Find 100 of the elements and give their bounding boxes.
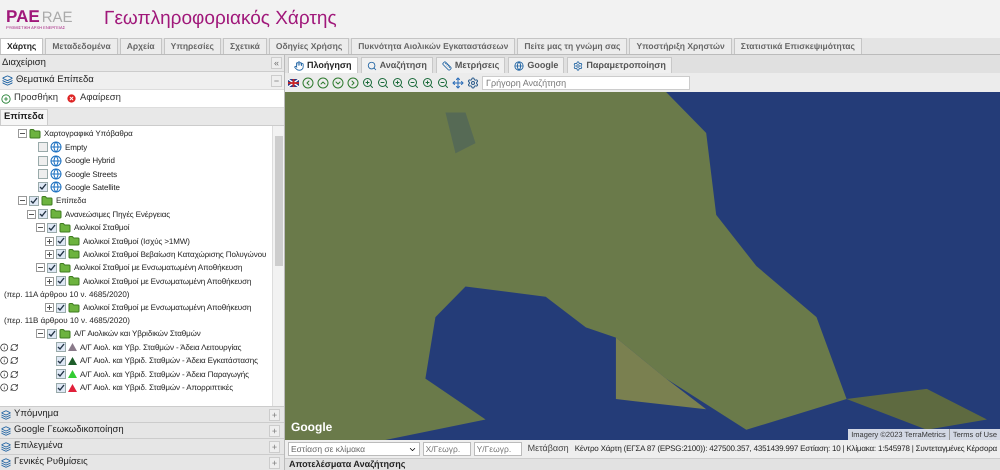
map-tab[interactable]: Μετρήσεις: [436, 57, 506, 73]
checkbox[interactable]: [38, 182, 48, 192]
main-tab[interactable]: Χάρτης: [0, 38, 44, 54]
go-button[interactable]: Μετάβαση: [524, 442, 572, 456]
layer-label[interactable]: Α/Γ Αιολικών και Υβριδικών Σταθμών: [74, 329, 201, 338]
layer-label[interactable]: Google Satellite: [65, 182, 120, 192]
checkbox[interactable]: [47, 262, 57, 273]
main-tab[interactable]: Σχετικά: [222, 38, 267, 54]
main-tab[interactable]: Στατιστικά Επισκεψιμότητας: [734, 38, 862, 54]
collapse-toggle[interactable]: [18, 129, 27, 138]
layer-label[interactable]: Google Hybrid: [65, 156, 115, 166]
refresh-icon[interactable]: [10, 383, 18, 392]
pan-icon[interactable]: [317, 76, 329, 88]
checkbox[interactable]: [56, 369, 66, 380]
collapse-toggle[interactable]: [36, 329, 45, 338]
panel-title[interactable]: Google Γεωκωδικοποίηση: [14, 423, 124, 438]
expand-toggle[interactable]: [45, 236, 54, 246]
panel-title[interactable]: Υπόμνημα: [14, 407, 59, 422]
layer-label[interactable]: Χαρτογραφικά Υπόβαθρα: [44, 129, 133, 138]
main-tab[interactable]: Οδηγίες Χρήσης: [268, 38, 350, 54]
map-tab[interactable]: Παραμετροποίηση: [567, 57, 672, 73]
layer-label[interactable]: Α/Γ Αιολ. και Υβριδ. Σταθμών - Άδεια Παραγωγής: [80, 370, 249, 379]
panel-title[interactable]: Γενικές Ρυθμίσεις: [14, 455, 88, 470]
collapse-toggle[interactable]: [27, 210, 36, 219]
collapse-toggle[interactable]: [36, 223, 45, 232]
scale-select[interactable]: Εστίαση σε κλίμακα: [288, 442, 420, 456]
map-tab[interactable]: Google: [508, 57, 564, 73]
pan-icon[interactable]: [332, 76, 344, 88]
collapse-toggle[interactable]: [36, 263, 45, 272]
main-tab[interactable]: Μεταδεδομένα: [45, 38, 118, 54]
checkbox[interactable]: [29, 196, 39, 206]
collapse-toggle[interactable]: [18, 196, 27, 206]
quick-search-field[interactable]: Γρήγορη Αναζήτηση: [482, 76, 690, 90]
tool-icon[interactable]: [467, 76, 479, 88]
flag-icon[interactable]: [288, 78, 299, 86]
expand-button[interactable]: +: [269, 440, 280, 452]
zoom-out-icon[interactable]: [407, 76, 419, 88]
info-icon[interactable]: [0, 342, 8, 352]
panel-title[interactable]: Επιλεγμένα: [14, 439, 63, 454]
expand-toggle[interactable]: [45, 276, 54, 286]
map-tab[interactable]: Αναζήτηση: [360, 57, 433, 73]
layer-label[interactable]: Αιολικοί Σταθμοί με Ενσωματωμένη Αποθήκευση: [83, 303, 252, 312]
x-field[interactable]: Χ/Γεωγρ.: [422, 442, 471, 456]
zoom-out-icon[interactable]: [377, 76, 389, 88]
layer-label[interactable]: Α/Γ Αιολ. και Υβριδ. Σταθμών - Άδεια Εγκατάστασης: [80, 356, 258, 366]
checkbox[interactable]: [56, 382, 66, 393]
zoom-in-icon[interactable]: [392, 76, 404, 88]
scrollbar[interactable]: [272, 126, 284, 406]
checkbox[interactable]: [38, 156, 48, 166]
layer-label[interactable]: Αιολικοί Σταθμοί: [74, 223, 130, 232]
expand-button[interactable]: +: [269, 424, 280, 436]
layer-label[interactable]: Α/Γ Αιολ. και Υβριδ. Σταθμών - Απορριπτικές: [80, 383, 234, 392]
checkbox[interactable]: [56, 236, 66, 246]
checkbox[interactable]: [56, 276, 66, 286]
main-tab[interactable]: Πείτε μας τη γνώμη σας: [517, 38, 628, 54]
layer-label[interactable]: Empty: [65, 142, 88, 152]
collapse-button[interactable]: −: [271, 74, 282, 86]
checkbox[interactable]: [38, 142, 48, 152]
info-icon[interactable]: [0, 356, 8, 366]
layer-label[interactable]: Αιολικοί Σταθμοί με Ενσωματωμένη Αποθήκευση: [74, 263, 242, 272]
layers-tab[interactable]: Επίπεδα: [0, 109, 48, 125]
checkbox[interactable]: [56, 249, 66, 260]
refresh-icon[interactable]: [10, 370, 18, 379]
refresh-icon[interactable]: [10, 342, 18, 352]
checkbox[interactable]: [38, 209, 48, 220]
expand-button[interactable]: +: [269, 456, 280, 468]
zoom-in-icon[interactable]: [362, 76, 374, 88]
axes-icon[interactable]: [452, 76, 464, 88]
collapse-button[interactable]: «: [270, 57, 282, 69]
expand-button[interactable]: +: [269, 408, 280, 420]
expand-toggle[interactable]: [45, 303, 54, 312]
main-tab[interactable]: Υπηρεσίες: [164, 38, 221, 54]
main-tab[interactable]: Αρχεία: [120, 38, 162, 54]
layer-label[interactable]: Αιολικοί Σταθμοί Βεβαίωση Καταχώρισης Πολυγώνου: [83, 250, 266, 259]
y-field[interactable]: Υ/Γεωγρ.: [474, 442, 522, 456]
checkbox[interactable]: [56, 356, 66, 366]
info-icon[interactable]: [0, 370, 8, 379]
layer-label[interactable]: Ανανεώσιμες Πηγές Ενέργειας: [65, 210, 170, 219]
layer-label[interactable]: Αιολικοί Σταθμοί (Ισχύς >1MW): [83, 236, 190, 246]
layer-label[interactable]: Επίπεδα: [56, 196, 86, 206]
expand-toggle[interactable]: [45, 250, 54, 259]
layer-label[interactable]: Α/Γ Αιολ. και Υβρ. Σταθμών - Άδεια Λειτουργίας: [80, 342, 242, 352]
pan-icon[interactable]: [302, 76, 314, 88]
checkbox[interactable]: [38, 169, 48, 180]
zoom-out-icon[interactable]: [437, 76, 449, 88]
layer-label[interactable]: Αιολικοί Σταθμοί με Ενσωματωμένη Αποθήκευση: [83, 276, 252, 286]
remove-button[interactable]: Αφαίρεση: [66, 91, 121, 106]
refresh-icon[interactable]: [10, 356, 18, 366]
checkbox[interactable]: [56, 302, 66, 313]
add-button[interactable]: Προσθήκη: [1, 91, 58, 106]
info-icon[interactable]: [0, 383, 8, 392]
zoom-in-icon[interactable]: [422, 76, 434, 88]
checkbox[interactable]: [47, 222, 57, 233]
layer-label[interactable]: Google Streets: [65, 170, 117, 179]
checkbox[interactable]: [56, 342, 66, 352]
pan-icon[interactable]: [347, 76, 359, 88]
main-tab[interactable]: Πυκνότητα Αιολικών Εγκαταστάσεων: [351, 38, 516, 54]
map-tab[interactable]: Πλοήγηση: [288, 57, 358, 73]
checkbox[interactable]: [47, 328, 57, 339]
main-tab[interactable]: Υποστήριξη Χρηστών: [629, 38, 732, 54]
